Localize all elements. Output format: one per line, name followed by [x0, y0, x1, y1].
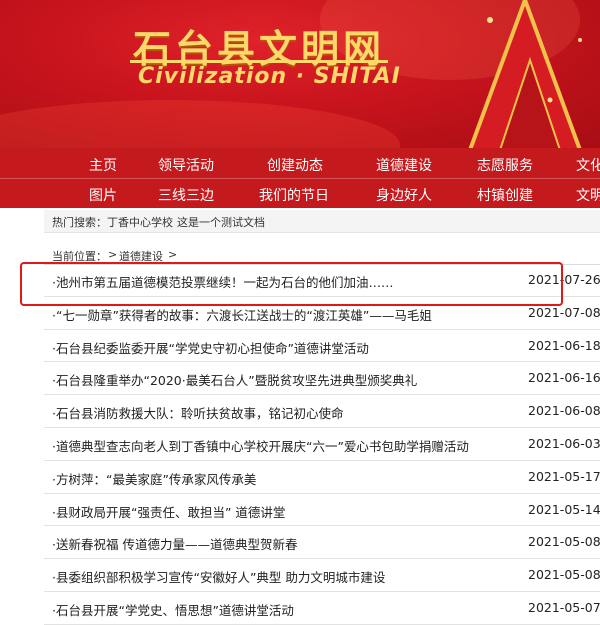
list-item[interactable]: ·道德典型查志向老人到丁香镇中心学校开展庆“六一”爱心书包助学捐赠活动 2021-…: [44, 428, 600, 461]
article-title[interactable]: ·送新春祝福 传道德力量——道德典型贺新春: [52, 534, 297, 553]
nav-item-our-festivals[interactable]: 我们的节日: [259, 185, 329, 205]
article-date: 2021-05-08: [528, 567, 600, 583]
title-underline: [130, 60, 388, 63]
nav-row-2: 图片 三线三边 我们的节日 身边好人 村镇创建 文明: [0, 181, 600, 209]
article-date: 2021-06-03: [528, 435, 600, 451]
article-date: 2021-05-08: [528, 534, 600, 550]
site-banner: 石台县文明网 Civilization · SHITAI: [0, 0, 600, 148]
nav-divider: [0, 178, 600, 179]
breadcrumb-separator: >: [168, 248, 178, 261]
list-item[interactable]: ·石台县纪委监委开展“学党史守初心担使命”道德讲堂活动 2021-06-18: [44, 330, 600, 363]
article-title[interactable]: ·石台县消防救援大队：聆听扶贫故事，铭记初心使命: [52, 403, 343, 422]
article-title[interactable]: ·方树萍：“最美家庭”传承家风传承美: [52, 469, 256, 488]
nav-item-creation-news[interactable]: 创建动态: [267, 155, 323, 175]
hot-search-link[interactable]: 这是一个测试文档: [177, 214, 265, 230]
main-nav: 主页 领导活动 创建动态 道德建设 志愿服务 文化 图片 三线三边 我们的节日 …: [0, 148, 600, 208]
banner-swoosh: [0, 100, 400, 148]
nav-row-1: 主页 领导活动 创建动态 道德建设 志愿服务 文化: [0, 151, 600, 179]
nav-item-three-lines[interactable]: 三线三边: [158, 185, 214, 205]
article-title[interactable]: ·石台县开展“学党史、悟思想”道德讲堂活动: [52, 600, 294, 619]
article-date: 2021-06-08: [528, 403, 600, 419]
nav-item-culture[interactable]: 文化: [576, 155, 600, 175]
article-list: ·池州市第五届道德模范投票继续！一起为石台的他们加油…… 2021-07-26 ·…: [44, 264, 600, 625]
site-title-english: Civilization · SHITAI: [138, 64, 401, 89]
article-date: 2021-06-16: [528, 370, 600, 386]
nav-item-moral-building[interactable]: 道德建设: [376, 155, 432, 175]
article-date: 2021-07-08: [528, 304, 600, 320]
nav-item-leader-activities[interactable]: 领导活动: [158, 155, 214, 175]
article-date: 2021-06-18: [528, 337, 600, 353]
nav-item-pictures[interactable]: 图片: [89, 185, 117, 205]
article-title[interactable]: ·道德典型查志向老人到丁香镇中心学校开展庆“六一”爱心书包助学捐赠活动: [52, 436, 469, 455]
list-item[interactable]: ·石台县消防救援大队：聆听扶贫故事，铭记初心使命 2021-06-08: [44, 395, 600, 428]
article-date: 2021-05-14: [528, 501, 600, 517]
list-item[interactable]: ·石台县开展“学党史、悟思想”道德讲堂活动 2021-05-07: [44, 592, 600, 625]
article-title[interactable]: ·石台县隆重举办“2020·最美石台人”暨脱贫攻坚先进典型颁奖典礼: [52, 370, 417, 389]
article-title[interactable]: ·石台县纪委监委开展“学党史守初心担使命”道德讲堂活动: [52, 338, 369, 357]
hot-search-bar: 热门搜索： 丁香中心学校 这是一个测试文档: [44, 210, 600, 233]
nav-item-village-creation[interactable]: 村镇创建: [477, 185, 533, 205]
list-item[interactable]: ·石台县隆重举办“2020·最美石台人”暨脱贫攻坚先进典型颁奖典礼 2021-06…: [44, 362, 600, 396]
list-item[interactable]: ·县委组织部积极学习宣传“安徽好人”典型 助力文明城市建设 2021-05-08: [44, 559, 600, 592]
star-decoration-icon: [468, 0, 582, 148]
highlight-box: [20, 262, 563, 306]
list-item[interactable]: ·县财政局开展“强责任、敢担当” 道德讲堂 2021-05-14: [44, 494, 600, 527]
list-item[interactable]: ·送新春祝福 传道德力量——道德典型贺新春 2021-05-08: [44, 526, 600, 560]
article-title[interactable]: ·“七一勋章”获得者的故事：六渡长江送战士的“渡江英雄”——马毛姐: [52, 305, 432, 324]
article-date: 2021-05-07: [528, 599, 600, 615]
hot-search-label: 热门搜索：: [52, 216, 107, 229]
nav-item-volunteer[interactable]: 志愿服务: [477, 155, 533, 175]
list-item[interactable]: ·方树萍：“最美家庭”传承家风传承美 2021-05-17: [44, 461, 600, 494]
article-date: 2021-05-17: [528, 468, 600, 484]
hot-search-link[interactable]: 丁香中心学校: [107, 214, 173, 230]
article-title[interactable]: ·县委组织部积极学习宣传“安徽好人”典型 助力文明城市建设: [52, 567, 385, 586]
nav-item-home[interactable]: 主页: [89, 155, 117, 175]
nav-item-good-people[interactable]: 身边好人: [376, 185, 432, 205]
nav-item-civilization[interactable]: 文明: [576, 185, 600, 205]
article-title[interactable]: ·县财政局开展“强责任、敢担当” 道德讲堂: [52, 502, 285, 521]
breadcrumb-separator: >: [108, 248, 118, 261]
